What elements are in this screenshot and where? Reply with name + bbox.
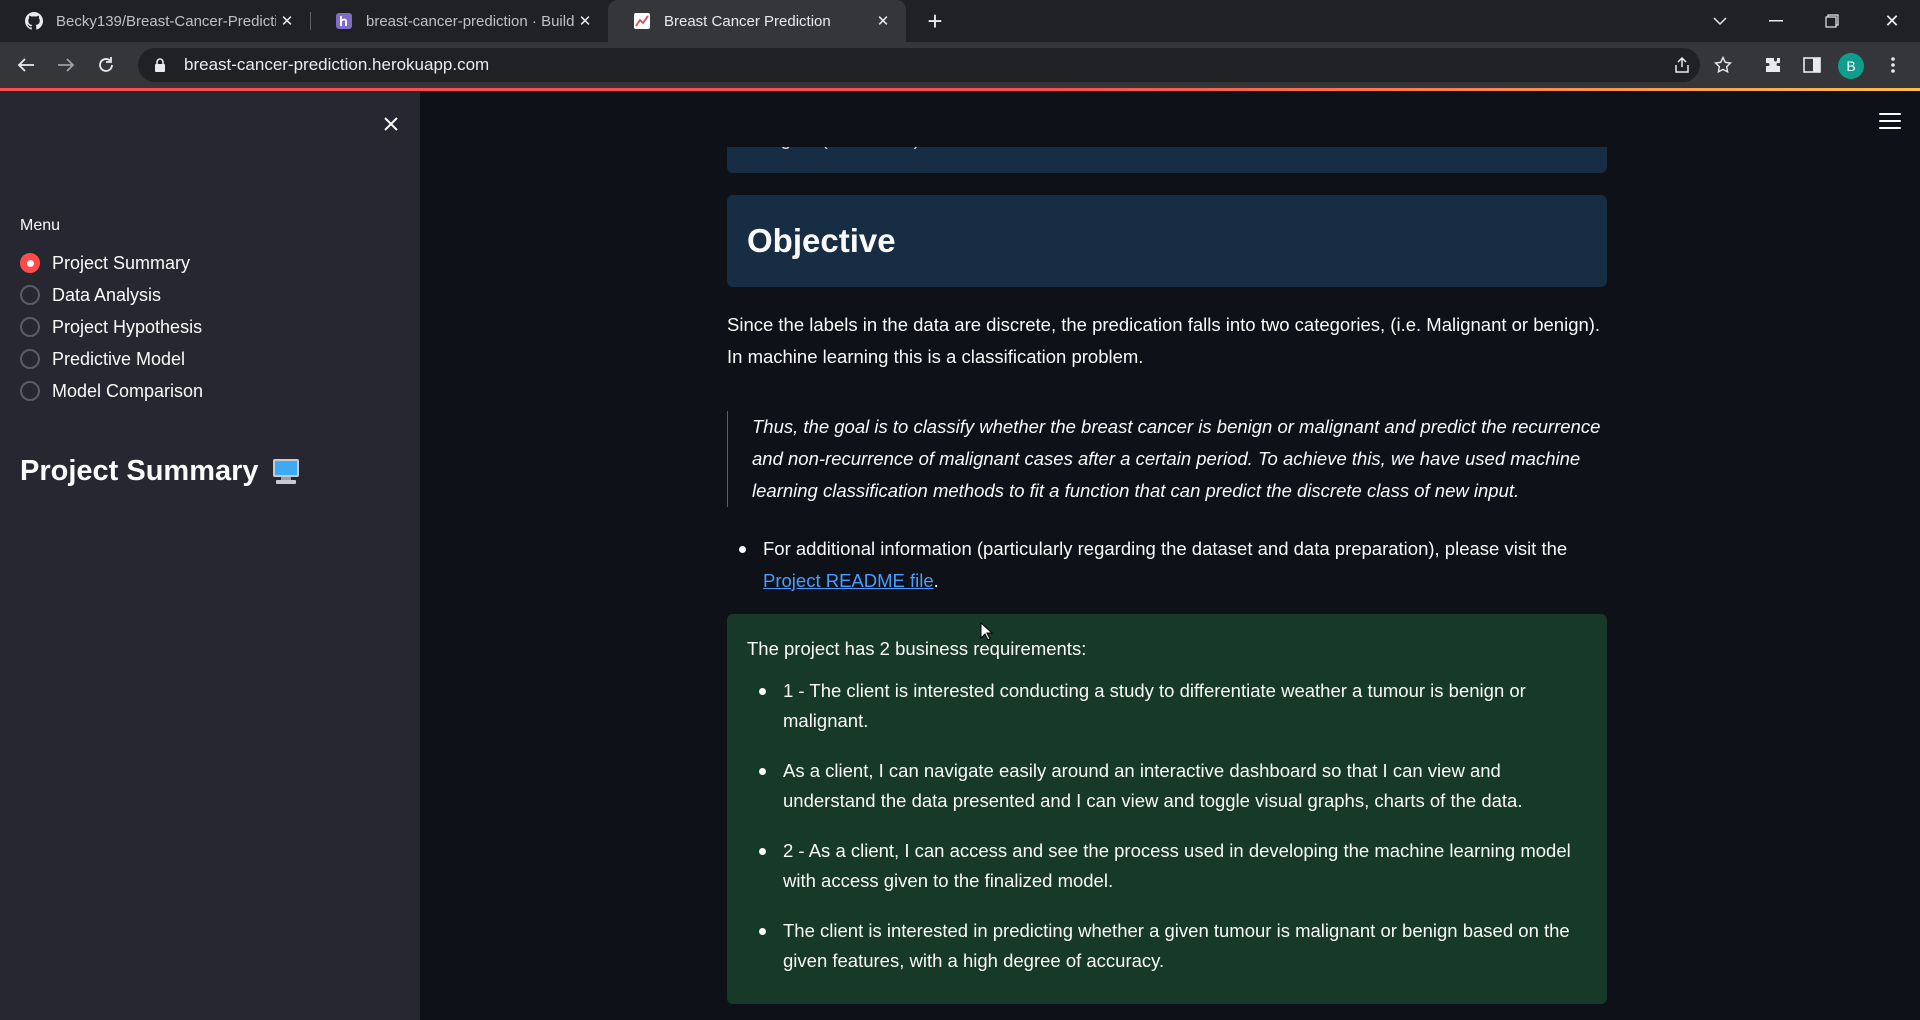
tab-title: Breast Cancer Prediction (664, 12, 831, 30)
requirements-success-box: The project has 2 business requirements:… (727, 614, 1607, 1004)
tab-heroku[interactable]: breast-cancer-prediction · Build | ✕ (310, 0, 608, 42)
sidebar: Menu Project Summary Data Analysis Proje… (0, 91, 420, 1020)
extensions-puzzle-icon[interactable] (1758, 50, 1788, 80)
list-item: As a client, I can navigate easily aroun… (747, 756, 1587, 816)
radio-dot (20, 285, 40, 305)
profile-avatar[interactable]: B (1838, 53, 1864, 79)
radio-dot (20, 317, 40, 337)
restore-button[interactable] (1804, 0, 1860, 42)
radio-label: Project Hypothesis (52, 316, 203, 337)
mouse-cursor-icon (980, 622, 994, 641)
objective-heading: Objective (747, 222, 896, 259)
browser-toolbar: breast-cancer-prediction.herokuapp.com B (0, 42, 1920, 88)
scroll-cutoff (727, 91, 1607, 147)
info-bullet-tail: . (933, 570, 939, 591)
radio-label: Model Comparison (52, 380, 204, 401)
radio-dot (20, 381, 40, 401)
tab-github[interactable]: Becky139/Breast-Cancer-Predicti ✕ (0, 0, 310, 42)
close-sidebar-button[interactable] (376, 109, 406, 139)
radio-label: Data Analysis (52, 284, 162, 305)
readme-link[interactable]: Project README file (763, 570, 934, 591)
info-bullet: For additional information (particularly… (739, 533, 1607, 597)
menu-label: Menu (20, 217, 61, 234)
main-content: …ng… (…………)… Objective Since the labels … (727, 91, 1607, 1020)
radio-project-hypothesis[interactable]: Project Hypothesis (20, 311, 203, 343)
minimize-button[interactable] (1748, 0, 1804, 42)
radio-label: Predictive Model (52, 348, 186, 369)
objective-info-box: Objective (727, 195, 1607, 287)
streamlit-chart-icon (632, 11, 652, 31)
radio-model-comparison[interactable]: Model Comparison (20, 375, 203, 407)
browser-tab-bar: Becky139/Breast-Cancer-Predicti ✕ breast… (0, 0, 1920, 42)
requirements-lead: The project has 2 business requirements: (747, 638, 1087, 659)
window-close-button[interactable]: ✕ (1864, 0, 1920, 42)
close-icon[interactable]: ✕ (574, 10, 596, 32)
lock-icon (154, 58, 168, 72)
sidebar-heading-text: Project Summary (20, 455, 259, 487)
menu-radio-group: Project Summary Data Analysis Project Hy… (20, 247, 203, 407)
back-button[interactable] (10, 49, 42, 81)
info-bullet-text: For additional information (particularly… (763, 538, 1568, 559)
bookmark-star-icon[interactable] (1708, 50, 1738, 80)
previous-info-box: …ng… (…………)… (727, 91, 1607, 173)
radio-label: Project Summary (52, 252, 191, 273)
objective-paragraph: Since the labels in the data are discret… (727, 314, 1601, 367)
new-tab-button[interactable]: + (920, 6, 950, 36)
kebab-menu-icon[interactable] (1878, 50, 1908, 80)
forward-button[interactable] (50, 49, 82, 81)
computer-emoji-icon (271, 458, 301, 486)
list-item: 2 - As a client, I can access and see th… (747, 836, 1587, 896)
radio-project-summary[interactable]: Project Summary (20, 247, 203, 279)
radio-dot (20, 253, 40, 273)
share-icon[interactable] (1667, 50, 1697, 80)
close-icon[interactable]: ✕ (276, 10, 298, 32)
radio-dot (20, 349, 40, 369)
tab-title: breast-cancer-prediction · Build | (366, 12, 574, 30)
close-icon[interactable]: ✕ (872, 10, 894, 32)
url-text: breast-cancer-prediction.herokuapp.com (184, 55, 490, 74)
radio-predictive-model[interactable]: Predictive Model (20, 343, 203, 375)
sidebar-heading: Project Summary (20, 455, 301, 488)
reload-button[interactable] (90, 49, 122, 81)
tab-title: Becky139/Breast-Cancer-Predicti (56, 12, 276, 30)
github-icon (24, 11, 44, 31)
address-bar[interactable]: breast-cancer-prediction.herokuapp.com (138, 48, 1700, 82)
radio-data-analysis[interactable]: Data Analysis (20, 279, 203, 311)
list-item: The client is interested in predicting w… (747, 916, 1587, 976)
close-icon (384, 117, 398, 131)
main-menu-hamburger-icon[interactable] (1878, 109, 1902, 133)
requirements-list: 1 - The client is interested conducting … (747, 676, 1587, 976)
list-item: 1 - The client is interested conducting … (747, 676, 1587, 736)
heroku-icon (334, 11, 354, 31)
side-panel-icon[interactable] (1797, 50, 1827, 80)
tab-search-chevron-icon[interactable] (1692, 0, 1748, 42)
goal-blockquote: Thus, the goal is to classify whether th… (727, 411, 1607, 507)
tab-streamlit-app[interactable]: Breast Cancer Prediction ✕ (608, 0, 906, 42)
